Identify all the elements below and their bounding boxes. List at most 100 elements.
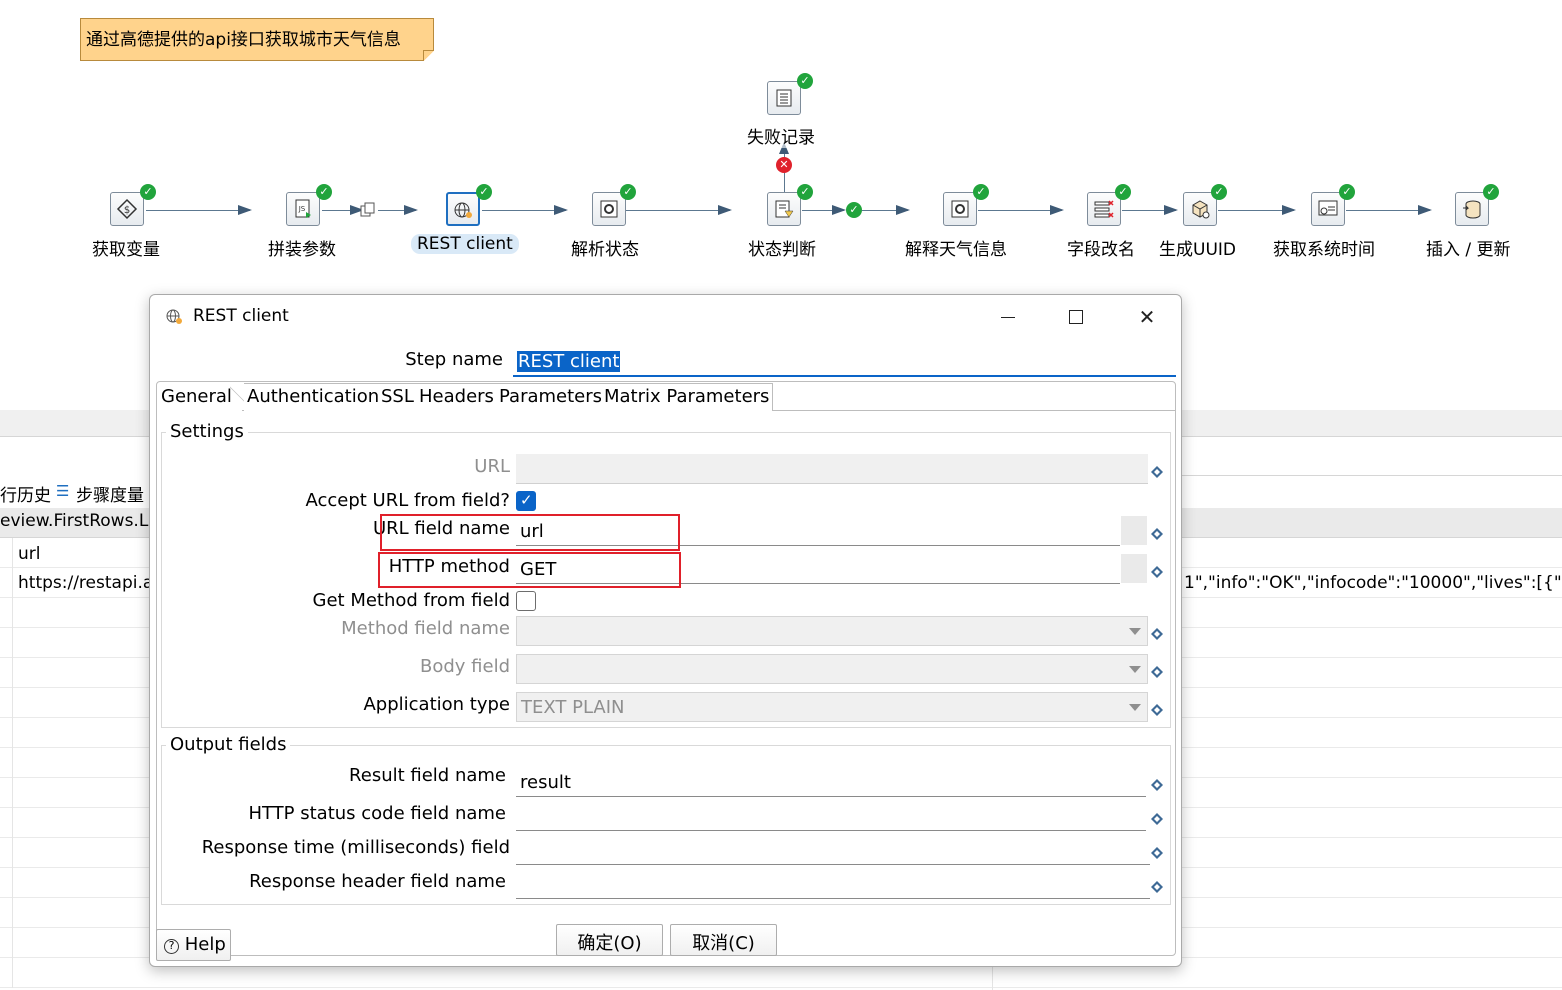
dropdown-button[interactable] xyxy=(1121,554,1147,583)
tab-label: SSL xyxy=(381,386,414,407)
hop[interactable] xyxy=(1122,205,1178,215)
variable-diamond-icon[interactable] xyxy=(1151,701,1163,716)
result-field-input[interactable]: result xyxy=(516,767,1146,797)
tab-label: General xyxy=(161,386,232,407)
step-label: 字段改名 xyxy=(1067,240,1135,260)
hop[interactable] xyxy=(862,205,910,215)
hop[interactable] xyxy=(146,205,252,215)
filter-rows-icon xyxy=(767,192,801,226)
svg-text:JS: JS xyxy=(298,205,306,213)
response-header-input[interactable] xyxy=(516,869,1150,899)
chevron-down-icon xyxy=(1129,666,1141,673)
hop[interactable] xyxy=(322,205,364,215)
maximize-icon xyxy=(1069,310,1083,324)
get-method-checkbox[interactable] xyxy=(516,591,536,611)
status-code-label: HTTP status code field name xyxy=(248,803,506,824)
tab-headers[interactable]: Headers xyxy=(416,383,498,411)
status-ok-icon: ✓ xyxy=(1339,184,1355,200)
tab-step-metrics[interactable]: 步骤度量 xyxy=(76,481,144,506)
hop[interactable] xyxy=(378,205,418,215)
hop[interactable] xyxy=(978,205,1064,215)
variable-diamond-icon[interactable] xyxy=(1151,563,1163,578)
body-field-select[interactable] xyxy=(516,654,1148,684)
column-divider xyxy=(12,538,13,988)
note-text: 通过高德提供的api接口获取城市天气信息 xyxy=(86,30,401,50)
tab-matrix-parameters[interactable]: Matrix Parameters xyxy=(601,383,774,411)
cancel-label: 取消(C) xyxy=(692,933,755,954)
dialog-titlebar[interactable]: REST client ✕ xyxy=(150,295,1181,337)
maximize-button[interactable] xyxy=(1056,303,1096,331)
response-time-input[interactable] xyxy=(516,835,1150,865)
status-code-input[interactable] xyxy=(516,801,1146,831)
application-type-label: Application type xyxy=(363,694,510,715)
dropdown-button[interactable] xyxy=(1121,516,1147,545)
step-label: 失败记录 xyxy=(747,123,815,148)
status-ok-icon: ✓ xyxy=(1211,184,1227,200)
tab-label: Parameters xyxy=(499,386,603,407)
settings-title: Settings xyxy=(166,421,248,442)
step-label: 获取变量 xyxy=(92,240,160,260)
hop-true-icon: ✓ xyxy=(846,202,862,218)
tab-row-history[interactable]: 行历史 xyxy=(0,481,51,506)
help-button[interactable]: ? Help xyxy=(156,929,231,961)
variable-icon: $ xyxy=(110,192,144,226)
url-input[interactable] xyxy=(516,454,1148,484)
close-button[interactable]: ✕ xyxy=(1127,303,1167,331)
tab-ssl[interactable]: SSL xyxy=(378,383,418,411)
hop[interactable] xyxy=(1346,205,1432,215)
rest-client-dialog: REST client ✕ Step name REST client Gene… xyxy=(149,294,1182,967)
help-label: Help xyxy=(184,934,226,955)
step-name-input[interactable]: REST client xyxy=(513,347,1176,377)
body-field-label: Body field xyxy=(420,656,510,677)
status-ok-icon: ✓ xyxy=(1115,184,1131,200)
variable-diamond-icon[interactable] xyxy=(1151,776,1163,791)
hop[interactable] xyxy=(626,205,732,215)
step-label: 获取系统时间 xyxy=(1273,240,1375,260)
hop[interactable] xyxy=(482,205,568,215)
step-label: 生成UUID xyxy=(1159,240,1236,260)
variable-diamond-icon[interactable] xyxy=(1151,878,1163,893)
variable-diamond-icon[interactable] xyxy=(1151,625,1163,640)
method-field-name-label: Method field name xyxy=(341,618,510,639)
hop[interactable] xyxy=(1218,205,1296,215)
tab-label: Headers xyxy=(419,386,494,407)
tab-label: Matrix Parameters xyxy=(604,386,770,407)
tab-general[interactable]: General xyxy=(158,384,235,412)
status-ok-icon: ✓ xyxy=(140,184,156,200)
tab-authentication[interactable]: Authentication xyxy=(244,383,384,411)
text-output-icon xyxy=(767,81,801,115)
hop-error-icon: ✕ xyxy=(776,157,792,173)
copy-rows-icon xyxy=(360,202,376,218)
canvas-note[interactable]: 通过高德提供的api接口获取城市天气信息 xyxy=(80,18,434,61)
variable-diamond-icon[interactable] xyxy=(1151,463,1163,478)
variable-diamond-icon[interactable] xyxy=(1151,663,1163,678)
variable-diamond-icon[interactable] xyxy=(1151,525,1163,540)
cancel-button[interactable]: 取消(C) xyxy=(670,924,777,956)
rest-globe-icon xyxy=(164,306,184,326)
divider xyxy=(1182,475,1562,476)
variable-diamond-icon[interactable] xyxy=(1151,844,1163,859)
status-ok-icon: ✓ xyxy=(797,184,813,200)
help-icon: ? xyxy=(164,939,179,954)
variable-diamond-icon[interactable] xyxy=(1151,810,1163,825)
status-ok-icon: ✓ xyxy=(620,184,636,200)
json-input-icon xyxy=(943,192,977,226)
tab-parameters[interactable]: Parameters xyxy=(496,383,607,411)
svg-text:$: $ xyxy=(124,205,130,216)
ok-button[interactable]: 确定(O) xyxy=(556,924,663,956)
step-label: 解释天气信息 xyxy=(905,240,1007,260)
close-icon: ✕ xyxy=(1138,305,1156,329)
annotation-highlight xyxy=(378,552,681,588)
application-type-select[interactable]: TEXT PLAIN xyxy=(516,692,1148,722)
table-cell-result: 1","info":"OK","infocode":"10000","lives… xyxy=(1184,573,1562,593)
status-ok-icon: ✓ xyxy=(973,184,989,200)
chevron-down-icon xyxy=(1129,704,1141,711)
minimize-button[interactable] xyxy=(988,303,1028,331)
accept-url-checkbox[interactable]: ✓ xyxy=(516,491,536,511)
method-field-name-select[interactable] xyxy=(516,616,1148,646)
step-label: 拼装参数 xyxy=(268,240,336,260)
preview-header-text: eview.FirstRows.La xyxy=(0,511,159,531)
step-label: 解析状态 xyxy=(571,240,639,260)
step-name-label: Step name xyxy=(405,349,503,370)
hop[interactable] xyxy=(802,205,846,215)
